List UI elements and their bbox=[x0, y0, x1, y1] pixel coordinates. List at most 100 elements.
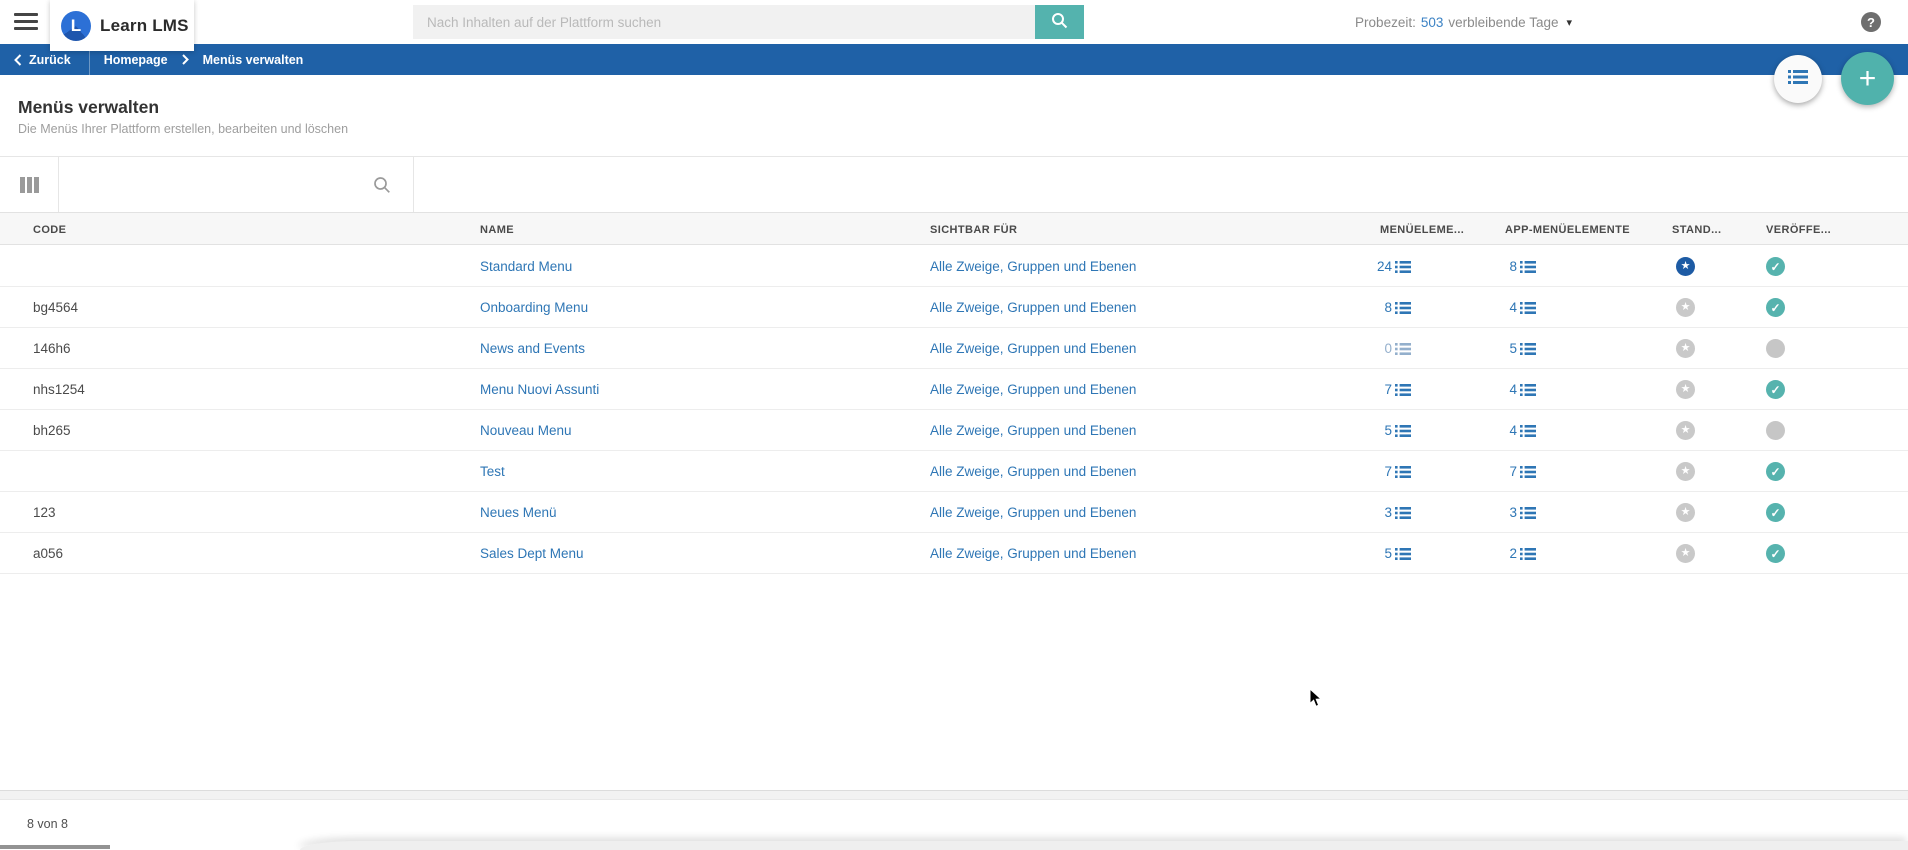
menu-items-count-link[interactable]: 24 bbox=[1356, 259, 1411, 274]
standard-star-toggle[interactable]: ★ bbox=[1676, 544, 1695, 563]
menu-name-link[interactable]: Menu Nuovi Assunti bbox=[480, 382, 599, 397]
breadcrumb-item-homepage[interactable]: Homepage bbox=[90, 53, 182, 67]
table-search-input[interactable] bbox=[59, 157, 369, 213]
columns-picker-button[interactable] bbox=[0, 157, 59, 213]
help-icon: ? bbox=[1861, 12, 1881, 32]
published-toggle[interactable]: ✓ bbox=[1766, 462, 1785, 481]
list-icon bbox=[1520, 342, 1536, 356]
app-menu-items-count-link[interactable]: 4 bbox=[1481, 423, 1536, 438]
table-row: a056 Sales Dept Menu Alle Zweige, Gruppe… bbox=[0, 533, 1908, 574]
menu-items-count-link[interactable]: 5 bbox=[1356, 423, 1411, 438]
chevron-left-icon bbox=[14, 54, 22, 66]
logo-text: Learn LMS bbox=[100, 16, 189, 36]
page-subtitle: Die Menüs Ihrer Plattform erstellen, bea… bbox=[18, 122, 348, 136]
table-search-cell bbox=[59, 157, 414, 213]
column-header-menu-items[interactable]: MENÜELEME... bbox=[1380, 213, 1464, 246]
menu-name-link[interactable]: Onboarding Menu bbox=[480, 300, 588, 315]
app-menu-items-count-link[interactable]: 2 bbox=[1481, 546, 1536, 561]
app-menu-items-count-link[interactable]: 7 bbox=[1481, 464, 1536, 479]
column-header-name[interactable]: NAME bbox=[480, 213, 514, 246]
standard-star-toggle[interactable]: ★ bbox=[1676, 339, 1695, 358]
list-icon bbox=[1520, 260, 1536, 274]
menu-visibility-link[interactable]: Alle Zweige, Gruppen und Ebenen bbox=[930, 382, 1136, 397]
table-row: nhs1254 Menu Nuovi Assunti Alle Zweige, … bbox=[0, 369, 1908, 410]
app-menu-items-count: 3 bbox=[1481, 505, 1517, 520]
standard-star-toggle[interactable]: ★ bbox=[1676, 503, 1695, 522]
standard-star-toggle[interactable]: ★ bbox=[1676, 421, 1695, 440]
published-toggle[interactable]: ✓ bbox=[1766, 380, 1785, 399]
menu-name-link[interactable]: Standard Menu bbox=[480, 259, 572, 274]
trial-prefix: Probezeit: bbox=[1355, 15, 1416, 30]
trial-period-dropdown[interactable]: Probezeit: 503 verbleibende Tage ▾ bbox=[1355, 0, 1572, 44]
menu-name-link[interactable]: Test bbox=[480, 464, 505, 479]
published-toggle[interactable]: ✓ bbox=[1766, 339, 1785, 358]
table-row: Test Alle Zweige, Gruppen und Ebenen 7 bbox=[0, 451, 1908, 492]
list-icon bbox=[1520, 424, 1536, 438]
standard-star-toggle[interactable]: ★ bbox=[1676, 298, 1695, 317]
standard-star-toggle[interactable]: ★ bbox=[1676, 257, 1695, 276]
column-header-published[interactable]: VERÖFFE... bbox=[1766, 213, 1831, 246]
column-header-standard[interactable]: STAND... bbox=[1672, 213, 1721, 246]
star-icon: ★ bbox=[1681, 548, 1691, 559]
menu-visibility-link[interactable]: Alle Zweige, Gruppen und Ebenen bbox=[930, 423, 1136, 438]
menu-visibility-link[interactable]: Alle Zweige, Gruppen und Ebenen bbox=[930, 259, 1136, 274]
star-icon: ★ bbox=[1681, 343, 1691, 354]
menu-items-count-link[interactable]: 5 bbox=[1356, 546, 1411, 561]
app-menu-items-count-link[interactable]: 5 bbox=[1481, 341, 1536, 356]
help-button[interactable]: ? bbox=[1856, 7, 1886, 37]
add-menu-button[interactable]: + bbox=[1841, 52, 1894, 105]
published-toggle[interactable]: ✓ bbox=[1766, 544, 1785, 563]
app-menu-items-count-link[interactable]: 4 bbox=[1481, 382, 1536, 397]
row-count-label: 8 von 8 bbox=[27, 817, 68, 831]
trial-days: 503 bbox=[1421, 15, 1444, 30]
menu-items-count-link[interactable]: 3 bbox=[1356, 505, 1411, 520]
check-icon: ✓ bbox=[1770, 466, 1780, 478]
menu-name-link[interactable]: Sales Dept Menu bbox=[480, 546, 584, 561]
hamburger-menu-icon[interactable] bbox=[14, 13, 38, 30]
standard-star-toggle[interactable]: ★ bbox=[1676, 380, 1695, 399]
published-toggle[interactable]: ✓ bbox=[1766, 257, 1785, 276]
menu-items-count-link[interactable]: 0 bbox=[1356, 341, 1411, 356]
search-button[interactable] bbox=[1035, 5, 1084, 39]
menu-visibility-link[interactable]: Alle Zweige, Gruppen und Ebenen bbox=[930, 300, 1136, 315]
standard-star-toggle[interactable]: ★ bbox=[1676, 462, 1695, 481]
menu-items-count-link[interactable]: 8 bbox=[1356, 300, 1411, 315]
menu-visibility-link[interactable]: Alle Zweige, Gruppen und Ebenen bbox=[930, 341, 1136, 356]
search-icon bbox=[1051, 12, 1068, 32]
app-menu-items-count-link[interactable]: 3 bbox=[1481, 505, 1536, 520]
menu-name-link[interactable]: Nouveau Menu bbox=[480, 423, 572, 438]
chevron-down-icon: ▾ bbox=[1566, 16, 1572, 29]
breadcrumb-item-current: Menüs verwalten bbox=[189, 53, 318, 67]
published-toggle[interactable]: ✓ bbox=[1766, 298, 1785, 317]
check-icon: ✓ bbox=[1770, 507, 1780, 519]
table-body: Standard Menu Alle Zweige, Gruppen und E… bbox=[0, 246, 1908, 574]
star-icon: ★ bbox=[1681, 425, 1691, 436]
menu-items-count-link[interactable]: 7 bbox=[1356, 464, 1411, 479]
list-icon bbox=[1395, 547, 1411, 561]
view-list-button[interactable] bbox=[1774, 55, 1822, 103]
app-logo[interactable]: L Learn LMS bbox=[50, 0, 194, 51]
menu-items-count-link[interactable]: 7 bbox=[1356, 382, 1411, 397]
menu-visibility-link[interactable]: Alle Zweige, Gruppen und Ebenen bbox=[930, 464, 1136, 479]
breadcrumb: Zurück Homepage Menüs verwalten bbox=[0, 44, 1908, 75]
list-icon bbox=[1520, 383, 1536, 397]
column-header-app-menu-items[interactable]: APP-MENÜELEMENTE bbox=[1505, 213, 1630, 246]
trial-suffix: verbleibende Tage bbox=[1448, 15, 1558, 30]
app-menu-items-count-link[interactable]: 4 bbox=[1481, 300, 1536, 315]
published-toggle[interactable]: ✓ bbox=[1766, 421, 1785, 440]
column-header-code[interactable]: CODE bbox=[33, 213, 66, 246]
published-toggle[interactable]: ✓ bbox=[1766, 503, 1785, 522]
menu-items-count: 7 bbox=[1356, 382, 1392, 397]
menu-visibility-link[interactable]: Alle Zweige, Gruppen und Ebenen bbox=[930, 546, 1136, 561]
global-search-input[interactable] bbox=[413, 5, 1035, 39]
menu-name-link[interactable]: News and Events bbox=[480, 341, 585, 356]
menu-visibility-link[interactable]: Alle Zweige, Gruppen und Ebenen bbox=[930, 505, 1136, 520]
horizontal-scrollbar[interactable] bbox=[0, 845, 110, 849]
column-header-visibility[interactable]: SICHTBAR FÜR bbox=[930, 213, 1017, 246]
check-icon: ✓ bbox=[1770, 261, 1780, 273]
check-icon: ✓ bbox=[1770, 548, 1780, 560]
menu-items-count: 3 bbox=[1356, 505, 1392, 520]
menu-name-link[interactable]: Neues Menü bbox=[480, 505, 557, 520]
list-icon bbox=[1395, 465, 1411, 479]
app-menu-items-count-link[interactable]: 8 bbox=[1481, 259, 1536, 274]
